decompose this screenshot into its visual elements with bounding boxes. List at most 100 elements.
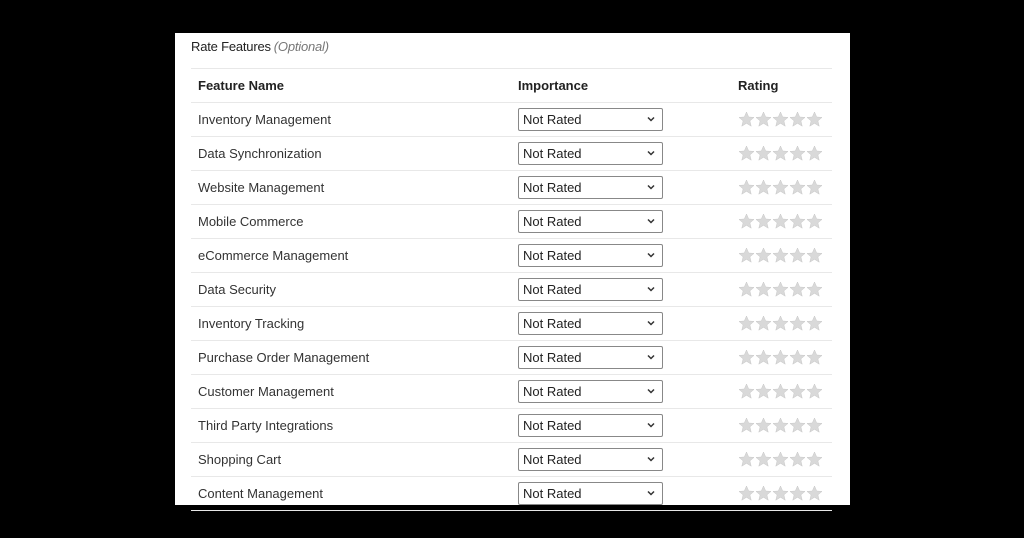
star-icon[interactable] xyxy=(789,451,806,468)
star-icon[interactable] xyxy=(755,451,772,468)
rating-cell xyxy=(738,171,823,204)
importance-select[interactable]: Not Rated xyxy=(518,346,663,369)
star-icon[interactable] xyxy=(755,315,772,332)
star-icon[interactable] xyxy=(772,145,789,162)
star-icon[interactable] xyxy=(789,383,806,400)
star-rating[interactable] xyxy=(738,417,823,434)
feature-name: Inventory Tracking xyxy=(198,316,305,331)
importance-select[interactable]: Not Rated xyxy=(518,244,663,267)
star-icon[interactable] xyxy=(738,145,755,162)
star-icon[interactable] xyxy=(738,179,755,196)
star-icon[interactable] xyxy=(806,451,823,468)
star-icon[interactable] xyxy=(806,213,823,230)
rating-cell xyxy=(738,307,823,340)
star-icon[interactable] xyxy=(789,485,806,502)
star-icon[interactable] xyxy=(789,145,806,162)
star-rating[interactable] xyxy=(738,179,823,196)
star-icon[interactable] xyxy=(755,485,772,502)
star-icon[interactable] xyxy=(789,179,806,196)
star-icon[interactable] xyxy=(789,315,806,332)
star-icon[interactable] xyxy=(806,417,823,434)
star-icon[interactable] xyxy=(738,213,755,230)
star-icon[interactable] xyxy=(772,349,789,366)
chevron-down-icon xyxy=(647,388,655,394)
star-rating[interactable] xyxy=(738,111,823,128)
star-icon[interactable] xyxy=(738,349,755,366)
importance-select[interactable]: Not Rated xyxy=(518,142,663,165)
importance-selected-value: Not Rated xyxy=(523,248,582,263)
star-icon[interactable] xyxy=(789,417,806,434)
header-rating: Rating xyxy=(738,78,779,93)
star-rating[interactable] xyxy=(738,451,823,468)
star-icon[interactable] xyxy=(789,111,806,128)
importance-cell: Not Rated xyxy=(518,273,663,306)
star-icon[interactable] xyxy=(755,281,772,298)
feature-name: Data Synchronization xyxy=(198,146,322,161)
star-icon[interactable] xyxy=(806,179,823,196)
star-icon[interactable] xyxy=(772,247,789,264)
star-icon[interactable] xyxy=(806,349,823,366)
star-icon[interactable] xyxy=(772,281,789,298)
table-row: Content Management Not Rated xyxy=(191,477,832,511)
feature-name: Inventory Management xyxy=(198,112,331,127)
importance-select[interactable]: Not Rated xyxy=(518,482,663,505)
star-icon[interactable] xyxy=(772,213,789,230)
star-icon[interactable] xyxy=(806,383,823,400)
star-rating[interactable] xyxy=(738,349,823,366)
star-rating[interactable] xyxy=(738,213,823,230)
star-icon[interactable] xyxy=(772,179,789,196)
star-icon[interactable] xyxy=(806,485,823,502)
importance-select[interactable]: Not Rated xyxy=(518,448,663,471)
star-rating[interactable] xyxy=(738,383,823,400)
importance-select[interactable]: Not Rated xyxy=(518,414,663,437)
star-icon[interactable] xyxy=(755,349,772,366)
importance-select[interactable]: Not Rated xyxy=(518,278,663,301)
star-icon[interactable] xyxy=(772,417,789,434)
importance-selected-value: Not Rated xyxy=(523,282,582,297)
star-icon[interactable] xyxy=(755,213,772,230)
star-icon[interactable] xyxy=(738,111,755,128)
table-header-row: Feature Name Importance Rating xyxy=(191,69,832,103)
star-icon[interactable] xyxy=(738,315,755,332)
star-icon[interactable] xyxy=(755,145,772,162)
star-icon[interactable] xyxy=(806,247,823,264)
star-icon[interactable] xyxy=(806,111,823,128)
rating-cell xyxy=(738,477,823,510)
importance-select[interactable]: Not Rated xyxy=(518,210,663,233)
star-icon[interactable] xyxy=(772,485,789,502)
importance-select[interactable]: Not Rated xyxy=(518,176,663,199)
star-icon[interactable] xyxy=(755,179,772,196)
star-icon[interactable] xyxy=(789,247,806,264)
star-icon[interactable] xyxy=(806,315,823,332)
importance-select[interactable]: Not Rated xyxy=(518,108,663,131)
star-icon[interactable] xyxy=(738,485,755,502)
star-icon[interactable] xyxy=(738,247,755,264)
importance-select[interactable]: Not Rated xyxy=(518,312,663,335)
star-icon[interactable] xyxy=(806,145,823,162)
star-icon[interactable] xyxy=(755,247,772,264)
star-icon[interactable] xyxy=(772,315,789,332)
star-rating[interactable] xyxy=(738,145,823,162)
star-icon[interactable] xyxy=(755,383,772,400)
star-icon[interactable] xyxy=(772,383,789,400)
star-icon[interactable] xyxy=(789,281,806,298)
star-rating[interactable] xyxy=(738,485,823,502)
star-rating[interactable] xyxy=(738,281,823,298)
feature-name: Purchase Order Management xyxy=(198,350,370,365)
importance-select[interactable]: Not Rated xyxy=(518,380,663,403)
star-icon[interactable] xyxy=(789,213,806,230)
star-icon[interactable] xyxy=(772,451,789,468)
star-icon[interactable] xyxy=(806,281,823,298)
star-icon[interactable] xyxy=(755,111,772,128)
star-rating[interactable] xyxy=(738,247,823,264)
star-icon[interactable] xyxy=(772,111,789,128)
star-icon[interactable] xyxy=(738,383,755,400)
chevron-down-icon xyxy=(647,354,655,360)
star-icon[interactable] xyxy=(738,417,755,434)
star-icon[interactable] xyxy=(755,417,772,434)
star-icon[interactable] xyxy=(738,281,755,298)
star-rating[interactable] xyxy=(738,315,823,332)
star-icon[interactable] xyxy=(738,451,755,468)
star-icon[interactable] xyxy=(789,349,806,366)
feature-name: eCommerce Management xyxy=(198,248,349,263)
